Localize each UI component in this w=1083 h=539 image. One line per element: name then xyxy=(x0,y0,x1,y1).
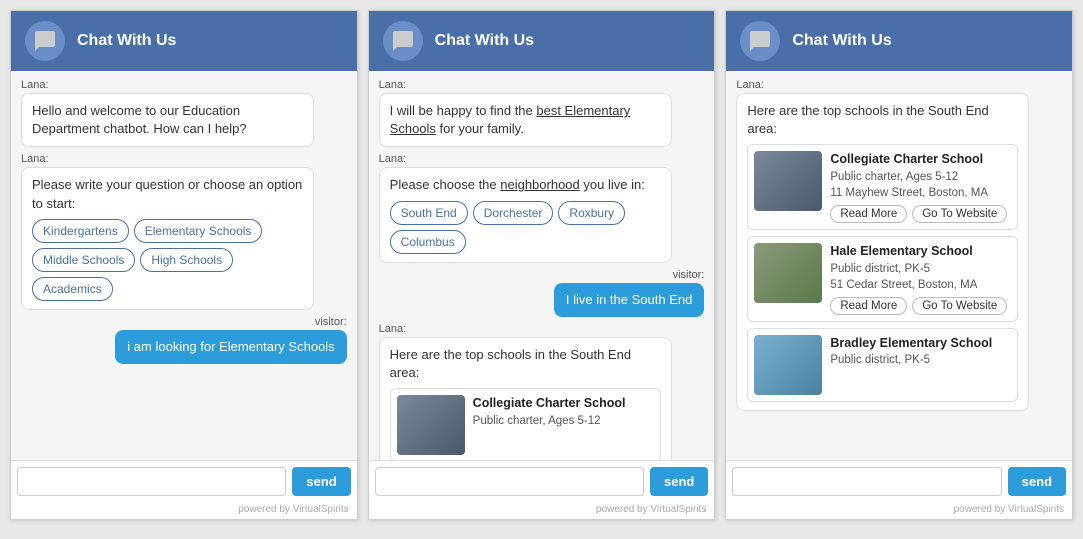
send-button-3[interactable]: send xyxy=(1008,467,1066,496)
chat-input-1[interactable] xyxy=(17,467,286,496)
school-image-3 xyxy=(754,335,822,395)
chat-input-3[interactable] xyxy=(732,467,1001,496)
option-south-end[interactable]: South End xyxy=(390,201,468,225)
school-card-2: Hale Elementary School Public district, … xyxy=(747,236,1018,322)
chat-footer-1: powered by VirtualSpirits xyxy=(11,502,357,519)
option-buttons-1: Kindergartens Elementary Schools Middle … xyxy=(32,219,303,301)
chat-input-area-3: send xyxy=(726,460,1072,502)
go-to-website-btn-2[interactable]: Go To Website xyxy=(912,297,1007,315)
go-to-website-btn-1[interactable]: Go To Website xyxy=(912,205,1007,223)
school-address-1: 11 Mayhew Street, Boston, MA xyxy=(830,185,1011,201)
school-preview-card: Collegiate Charter School Public charter… xyxy=(390,388,661,460)
speech-bubble-icon xyxy=(33,29,57,53)
chat-icon-3 xyxy=(740,21,780,61)
chat-header-3: Chat With Us xyxy=(726,11,1072,71)
lana-message-w2-3: Lana: Here are the top schools in the So… xyxy=(379,323,705,460)
school-info-3: Bradley Elementary School Public distric… xyxy=(830,335,1011,395)
school-name-1: Collegiate Charter School xyxy=(830,151,1011,169)
option-high[interactable]: High Schools xyxy=(140,248,233,272)
chat-widget-3: Chat With Us Lana: Here are the top scho… xyxy=(725,10,1073,520)
school-info-preview: Collegiate Charter School Public charter… xyxy=(473,395,654,455)
visitor-message-1: visitor: i am looking for Elementary Sch… xyxy=(21,316,347,364)
chat-title-1: Chat With Us xyxy=(77,32,176,50)
speech-bubble-icon-2 xyxy=(391,29,415,53)
lana-message-2: Lana: Please write your question or choo… xyxy=(21,153,347,309)
school-image-preview xyxy=(397,395,465,455)
option-kindergartens[interactable]: Kindergartens xyxy=(32,219,129,243)
school-card-1: Collegiate Charter School Public charter… xyxy=(747,144,1018,230)
lana-message-1: Lana: Hello and welcome to our Education… xyxy=(21,79,347,147)
school-image-2 xyxy=(754,243,822,303)
chat-header-1: Chat With Us xyxy=(11,11,357,71)
sender-label-w2-2: Lana: xyxy=(379,153,705,165)
chat-footer-2: powered by VirtualSpirits xyxy=(369,502,715,519)
chat-messages-1: Lana: Hello and welcome to our Education… xyxy=(11,71,357,460)
chat-messages-3: Lana: Here are the top schools in the So… xyxy=(726,71,1072,460)
school-address-2: 51 Cedar Street, Boston, MA xyxy=(830,277,1011,293)
chat-input-2[interactable] xyxy=(375,467,644,496)
school-type-preview: Public charter, Ages 5-12 xyxy=(473,413,654,429)
school-info-1: Collegiate Charter School Public charter… xyxy=(830,151,1011,223)
sender-label-2: Lana: xyxy=(21,153,347,165)
lana-message-w2-2: Lana: Please choose the neighborhood you… xyxy=(379,153,705,262)
school-actions-1: Read More Go To Website xyxy=(830,205,1011,223)
visitor-message-w2: visitor: I live in the South End xyxy=(379,269,705,317)
speech-bubble-icon-3 xyxy=(748,29,772,53)
option-middle[interactable]: Middle Schools xyxy=(32,248,135,272)
lana-bubble-w2-2: Please choose the neighborhood you live … xyxy=(379,167,672,262)
school-name-2: Hale Elementary School xyxy=(830,243,1011,261)
send-button-2[interactable]: send xyxy=(650,467,708,496)
lana-bubble-w3: Here are the top schools in the South En… xyxy=(736,93,1029,411)
chat-widget-2: Chat With Us Lana: I will be happy to fi… xyxy=(368,10,716,520)
chat-title-2: Chat With Us xyxy=(435,32,534,50)
sender-label-1: Lana: xyxy=(21,79,347,91)
read-more-btn-2[interactable]: Read More xyxy=(830,297,907,315)
school-card-3: Bradley Elementary School Public distric… xyxy=(747,328,1018,402)
option-dorchester[interactable]: Dorchester xyxy=(473,201,554,225)
school-type-1: Public charter, Ages 5-12 xyxy=(830,169,1011,185)
option-academics[interactable]: Academics xyxy=(32,277,113,301)
lana-label-w3: Lana: xyxy=(736,79,1062,91)
page-wrapper: Chat With Us Lana: Hello and welcome to … xyxy=(0,0,1083,539)
school-info-2: Hale Elementary School Public district, … xyxy=(830,243,1011,315)
option-columbus[interactable]: Columbus xyxy=(390,230,466,254)
visitor-bubble-w2: I live in the South End xyxy=(554,283,704,317)
school-type-2: Public district, PK-5 xyxy=(830,261,1011,277)
send-button-1[interactable]: send xyxy=(292,467,350,496)
option-roxbury[interactable]: Roxbury xyxy=(558,201,625,225)
chat-footer-3: powered by VirtualSpirits xyxy=(726,502,1072,519)
lana-bubble-1: Hello and welcome to our Education Depar… xyxy=(21,93,314,147)
visitor-label-1: visitor: xyxy=(315,316,347,328)
lana-message-w3-intro: Lana: Here are the top schools in the So… xyxy=(736,79,1062,411)
visitor-label-w2: visitor: xyxy=(673,269,705,281)
chat-icon-1 xyxy=(25,21,65,61)
school-image-1 xyxy=(754,151,822,211)
school-name-preview: Collegiate Charter School xyxy=(473,395,654,413)
chat-title-3: Chat With Us xyxy=(792,32,891,50)
option-elementary[interactable]: Elementary Schools xyxy=(134,219,263,243)
school-type-3: Public district, PK-5 xyxy=(830,352,1011,368)
lana-bubble-2: Please write your question or choose an … xyxy=(21,167,314,309)
sender-label-w2-3: Lana: xyxy=(379,323,705,335)
school-name-3: Bradley Elementary School xyxy=(830,335,1011,353)
lana-bubble-w2-1: I will be happy to find the best Element… xyxy=(379,93,672,147)
read-more-btn-1[interactable]: Read More xyxy=(830,205,907,223)
chat-input-area-2: send xyxy=(369,460,715,502)
school-actions-2: Read More Go To Website xyxy=(830,297,1011,315)
chat-messages-2: Lana: I will be happy to find the best E… xyxy=(369,71,715,460)
chat-widget-1: Chat With Us Lana: Hello and welcome to … xyxy=(10,10,358,520)
lana-bubble-w2-3: Here are the top schools in the South En… xyxy=(379,337,672,460)
lana-message-w2-1: Lana: I will be happy to find the best E… xyxy=(379,79,705,147)
chat-input-area-1: send xyxy=(11,460,357,502)
visitor-bubble-1: i am looking for Elementary Schools xyxy=(115,330,346,364)
chat-icon-2 xyxy=(383,21,423,61)
chat-header-2: Chat With Us xyxy=(369,11,715,71)
neighborhood-buttons: South End Dorchester Roxbury Columbus xyxy=(390,201,661,254)
sender-label-w2-1: Lana: xyxy=(379,79,705,91)
